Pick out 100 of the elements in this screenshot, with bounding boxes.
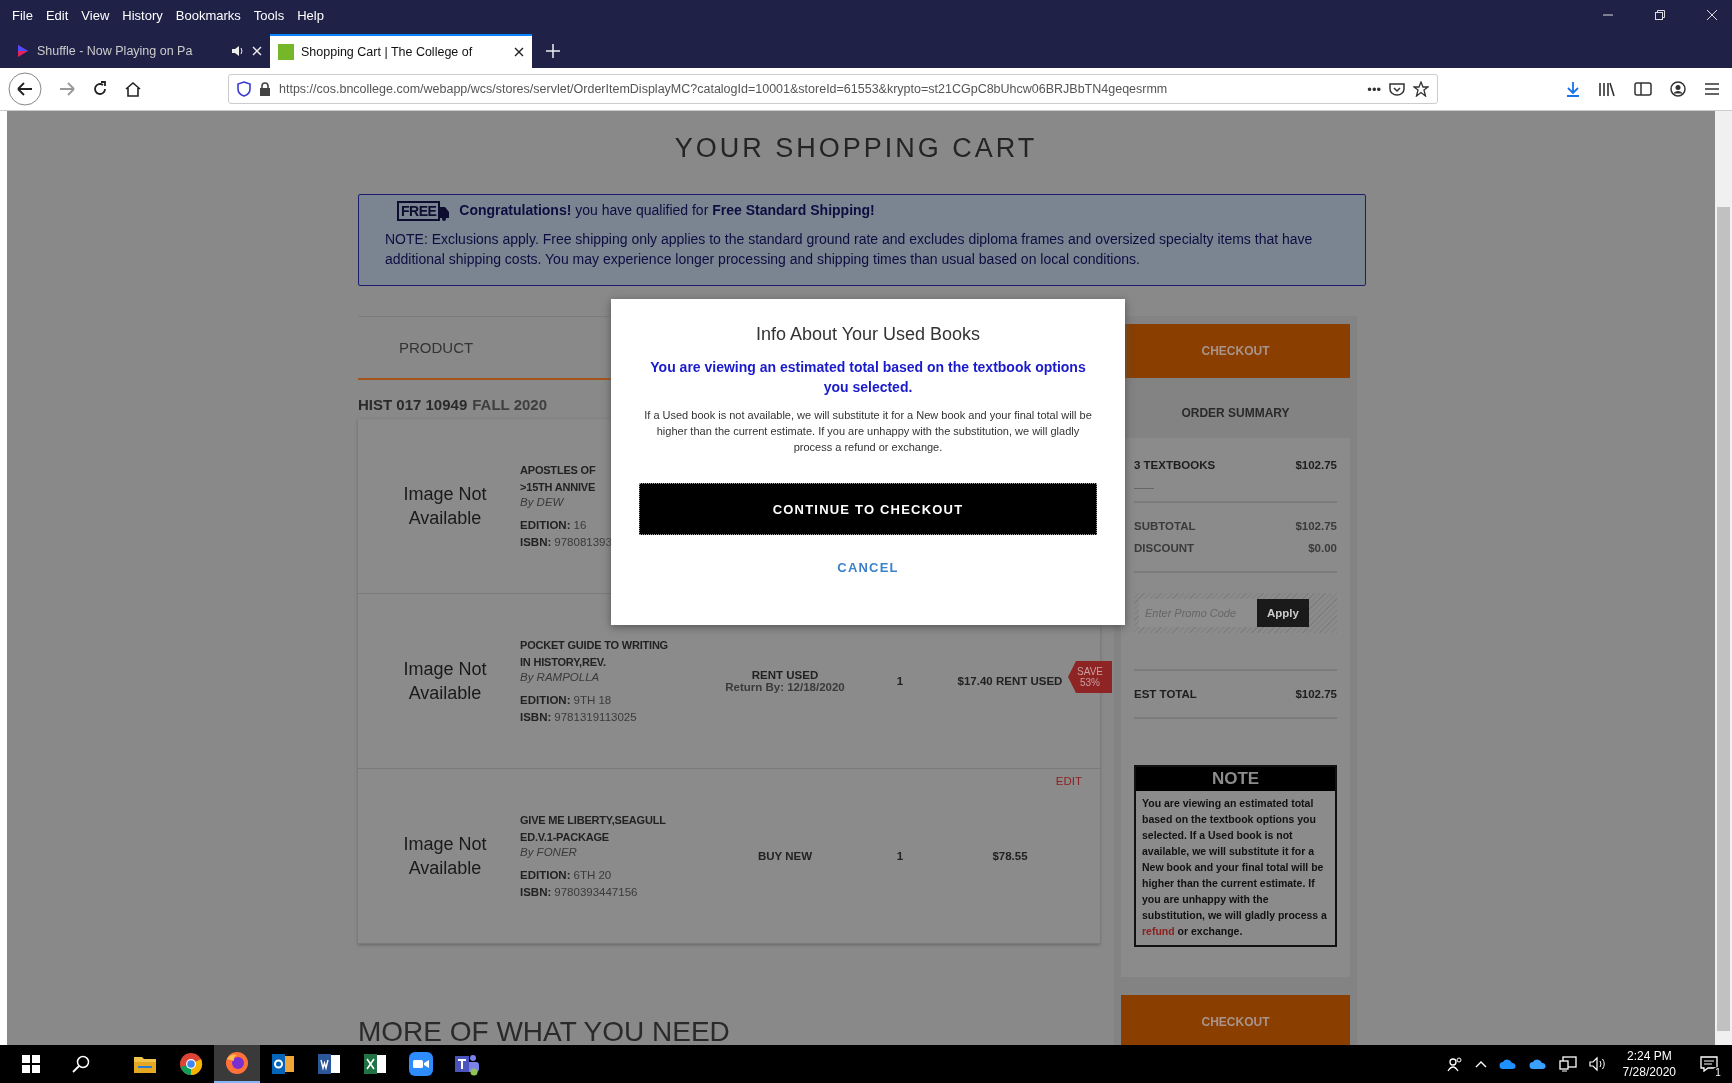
people-icon[interactable] <box>1446 1056 1463 1072</box>
team-chat-icon[interactable] <box>454 1052 480 1076</box>
address-bar[interactable]: https://cos.bncollege.com/webapp/wcs/stores/servlet/OrderItemDisplayMC?catalogId=10001&storeId=61553&krypto=st21CGpC8bUhcw06BRJBbTN4geqesrmm ••• <box>228 74 1438 104</box>
continue-to-checkout-button[interactable]: CONTINUE TO CHECKOUT <box>639 483 1097 535</box>
summary-label: 3 TEXTBOOKS <box>1134 458 1216 473</box>
shield-icon[interactable] <box>237 81 251 97</box>
summary-value: $0.00 <box>1308 541 1337 556</box>
lock-icon[interactable] <box>259 82 271 96</box>
folder-icon[interactable] <box>133 1054 157 1074</box>
video-camera-icon[interactable] <box>409 1052 433 1076</box>
sidebar-icon[interactable] <box>1634 81 1652 97</box>
note-text: You are viewing an estimated total based on the textbook options you selected. If a Used book is not available, we will substitute it for a New book and your final total will be higher than the current estimate. If you are unhappy with the substitution, we will gladly process a refund or exchange. <box>1141 796 1328 939</box>
edition-label: EDITION: <box>520 518 571 531</box>
course-term: FALL 2020 <box>472 396 547 413</box>
menu-item[interactable]: View <box>81 7 110 23</box>
summary-value: $102.75 <box>1295 519 1337 534</box>
browser-tab[interactable]: Shopping Cart | The College of <box>270 34 532 68</box>
cloud-icon[interactable] <box>1528 1058 1547 1070</box>
return-date: Return By: 12/18/2020 <box>724 681 846 693</box>
edition-value: 16 <box>573 518 587 531</box>
shipping-note: NOTE: Exclusions apply. Free shipping only applies to the standard ground rate and excludes diploma frames and oversized specialty items that have additional shipping costs. You may experience longer processing and shipping times than usual based on local conditions. <box>385 230 1314 269</box>
dialog-body-text: If a Used book is not available, we will substitute it for a New book and your final total will be higher than the current estimate. If you are unhappy with the substitution, we will gladly process a refund or exchange. <box>643 408 1093 455</box>
save-badge: SAVE 53% <box>1068 661 1112 693</box>
library-icon[interactable] <box>1598 81 1616 97</box>
apply-button[interactable]: Apply <box>1257 599 1309 627</box>
dialog-title: Info About Your Used Books <box>754 324 982 345</box>
quantity-text: 1 <box>895 675 905 687</box>
quantity-text: 1 <box>895 850 905 862</box>
column-header: PRODUCT <box>399 339 474 356</box>
url-text: https://cos.bncollege.com/webapp/wcs/stores/servlet/OrderItemDisplayMC?catalogId=10001&storeId=61553&krypto=st21CGpC8bUhcw06BRJBbTN4geqesrmm <box>279 82 1169 96</box>
new-tab-icon[interactable] <box>546 44 560 58</box>
image-unavailable-text: Image Not Available <box>402 833 488 880</box>
chevron-up-icon[interactable] <box>1474 1060 1487 1068</box>
isbn-label: ISBN: <box>520 710 552 723</box>
section-heading: MORE OF WHAT YOU NEED <box>358 1016 731 1045</box>
download-icon[interactable] <box>1566 81 1580 97</box>
shipping-headline: Congratulations! you have qualified for Free Standard Shipping! <box>459 202 875 218</box>
image-unavailable-text: Image Not Available <box>402 658 488 705</box>
clock-time[interactable]: 2:24 PM <box>1626 1048 1672 1064</box>
isbn-value: 9781319113025 <box>554 710 637 723</box>
total-value: $102.75 <box>1295 687 1337 702</box>
cancel-button[interactable]: CANCEL <box>831 559 905 576</box>
document-app-icon[interactable] <box>317 1053 341 1075</box>
windows-start-icon[interactable] <box>22 1055 40 1073</box>
isbn-value: 978081393 <box>554 535 612 548</box>
edition-label: EDITION: <box>520 693 571 706</box>
spreadsheet-app-icon[interactable] <box>363 1053 387 1075</box>
menu-item[interactable]: Help <box>297 7 324 23</box>
mail-app-icon[interactable] <box>271 1053 295 1075</box>
menu-item[interactable]: Bookmarks <box>175 7 241 23</box>
app-logo-icon <box>16 44 30 58</box>
site-favicon-icon <box>278 44 294 60</box>
price-text: $78.55 <box>991 850 1029 862</box>
notification-button[interactable]: 1 <box>1696 1051 1722 1077</box>
summary-label: SUBTOTAL <box>1134 519 1196 534</box>
format-text: BUY NEW <box>756 850 814 862</box>
edition-label: EDITION: <box>520 868 571 881</box>
page-title: YOUR SHOPPING CART <box>673 133 1039 164</box>
restore-icon[interactable] <box>1654 9 1666 21</box>
order-summary-title: ORDER SUMMARY <box>1180 405 1291 422</box>
volume-icon[interactable] <box>1588 1056 1607 1072</box>
edition-value: 6TH 20 <box>573 868 612 881</box>
close-tab-icon[interactable] <box>514 47 524 57</box>
speaker-icon[interactable] <box>231 45 245 57</box>
book-author: By FONER <box>520 845 578 858</box>
home-icon[interactable] <box>124 81 142 97</box>
star-icon[interactable] <box>1413 81 1429 97</box>
book-title[interactable]: GIVE ME LIBERTY,SEAGULL ED.V.1-PACKAGE <box>520 811 695 846</box>
network-icon[interactable] <box>1558 1056 1577 1072</box>
reload-icon[interactable] <box>92 81 108 97</box>
summary-label: DISCOUNT <box>1134 541 1195 556</box>
forward-icon[interactable] <box>58 81 76 97</box>
page-actions-button[interactable]: ••• <box>1367 81 1381 97</box>
chrome-icon[interactable] <box>179 1052 203 1076</box>
menu-item[interactable]: History <box>122 7 163 23</box>
search-icon[interactable] <box>72 1055 90 1073</box>
isbn-label: ISBN: <box>520 535 552 548</box>
close-icon[interactable] <box>1706 9 1718 21</box>
pocket-icon[interactable] <box>1389 82 1405 96</box>
browser-tab[interactable]: Shuffle - Now Playing on Pa <box>8 34 270 68</box>
format-text: RENT USED <box>750 669 820 681</box>
back-icon[interactable] <box>8 72 42 106</box>
menu-item[interactable]: File <box>12 7 33 23</box>
clock-date[interactable]: 7/28/2020 <box>1622 1064 1676 1080</box>
course-code: HIST 017 10949 <box>358 396 468 413</box>
firefox-icon[interactable] <box>225 1051 249 1075</box>
note-title: NOTE <box>1136 767 1335 791</box>
book-author: By RAMPOLLA <box>520 670 601 683</box>
menu-item[interactable]: Edit <box>45 7 69 23</box>
menu-item[interactable]: Tools <box>253 7 285 23</box>
isbn-value: 9780393447156 <box>554 885 638 898</box>
cloud-icon[interactable] <box>1498 1058 1517 1070</box>
menu-icon[interactable] <box>1704 82 1720 96</box>
book-title[interactable]: POCKET GUIDE TO WRITING IN HISTORY,REV. <box>520 636 695 671</box>
dialog-lead-text: You are viewing an estimated total based on the textbook options you selected. <box>649 358 1087 397</box>
edition-value: 9TH 18 <box>573 693 612 706</box>
account-icon[interactable] <box>1670 81 1686 97</box>
book-author: By DEW <box>520 495 565 508</box>
scrollbar[interactable] <box>1715 111 1732 1045</box>
isbn-label: ISBN: <box>520 885 552 898</box>
